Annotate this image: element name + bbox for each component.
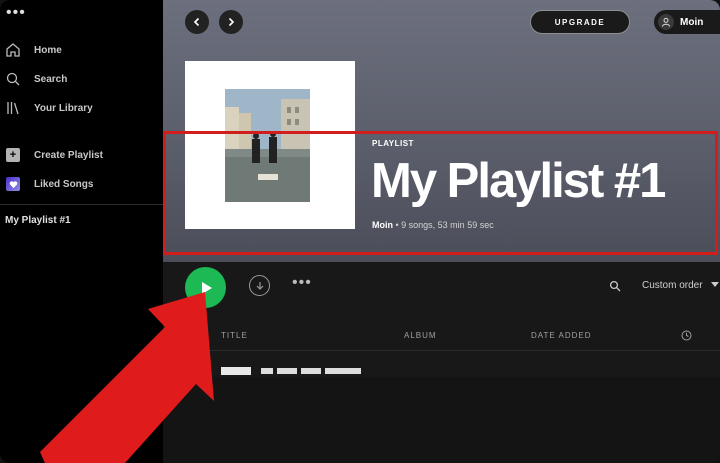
column-header-date-added[interactable]: DATE ADDED [531,331,592,340]
download-icon [256,281,263,290]
sidebar-item-search[interactable]: Search [4,70,67,88]
chevron-left-icon [193,17,200,27]
upgrade-button[interactable]: UPGRADE [530,10,630,34]
user-menu-button[interactable]: Moin [654,10,720,34]
column-header-album[interactable]: ALBUM [404,331,437,340]
sidebar-item-label: Search [34,73,68,85]
create-playlist-button[interactable]: + Create Playlist [4,146,103,164]
window-menu-button[interactable]: ••• [6,4,26,22]
back-button[interactable] [185,10,209,34]
track-thumbnail [221,367,251,375]
sidebar-divider [0,204,163,205]
sort-dropdown[interactable]: Custom order [642,280,720,291]
download-button[interactable] [249,275,270,296]
sort-label: Custom order [642,280,703,291]
spotify-window: ••• Home Search Your Library + Create Pl… [0,0,720,463]
play-button[interactable] [185,267,226,308]
playlist-title: My Playlist #1 [371,154,666,208]
user-icon [658,14,674,30]
user-name: Moin [680,16,704,28]
table-header-divider [203,350,720,351]
search-icon [4,70,22,88]
caret-down-icon [711,282,720,287]
search-in-playlist-icon[interactable] [609,280,621,292]
playlist-header: UPGRADE Moin PLAYLIST My Playlist #1 Moi… [163,0,720,262]
chevron-right-icon [228,17,235,27]
home-icon [4,41,22,59]
sidebar-item-label: Home [34,44,62,56]
playlist-type-label: PLAYLIST [372,139,414,148]
heart-icon [4,175,22,193]
track-title-partial[interactable] [261,368,361,374]
column-header-title[interactable]: TITLE [221,331,248,340]
clock-icon [681,330,692,341]
sidebar-playlist-item[interactable]: My Playlist #1 [5,215,71,226]
plus-icon: + [4,146,22,164]
track-list-area [163,377,720,463]
liked-songs-label: Liked Songs [34,178,94,190]
liked-songs-button[interactable]: Liked Songs [4,175,93,193]
sidebar-item-library[interactable]: Your Library [4,99,93,117]
sidebar-item-home[interactable]: Home [4,41,62,59]
playlist-owner[interactable]: Moin [372,220,393,230]
forward-button[interactable] [219,10,243,34]
playlist-details: • 9 songs, 53 min 59 sec [393,220,494,230]
create-playlist-label: Create Playlist [34,149,103,161]
sidebar-item-label: Your Library [34,102,93,114]
sidebar: ••• Home Search Your Library + Create Pl… [0,0,163,463]
more-options-button[interactable]: ••• [292,274,312,292]
playlist-meta: Moin • 9 songs, 53 min 59 sec [372,220,494,230]
library-icon [4,99,22,117]
main-content: UPGRADE Moin PLAYLIST My Playlist #1 Moi… [163,0,720,463]
play-icon [201,281,212,294]
action-bar: ••• Custom order TITLE ALBUM DATE ADDED [163,262,720,463]
